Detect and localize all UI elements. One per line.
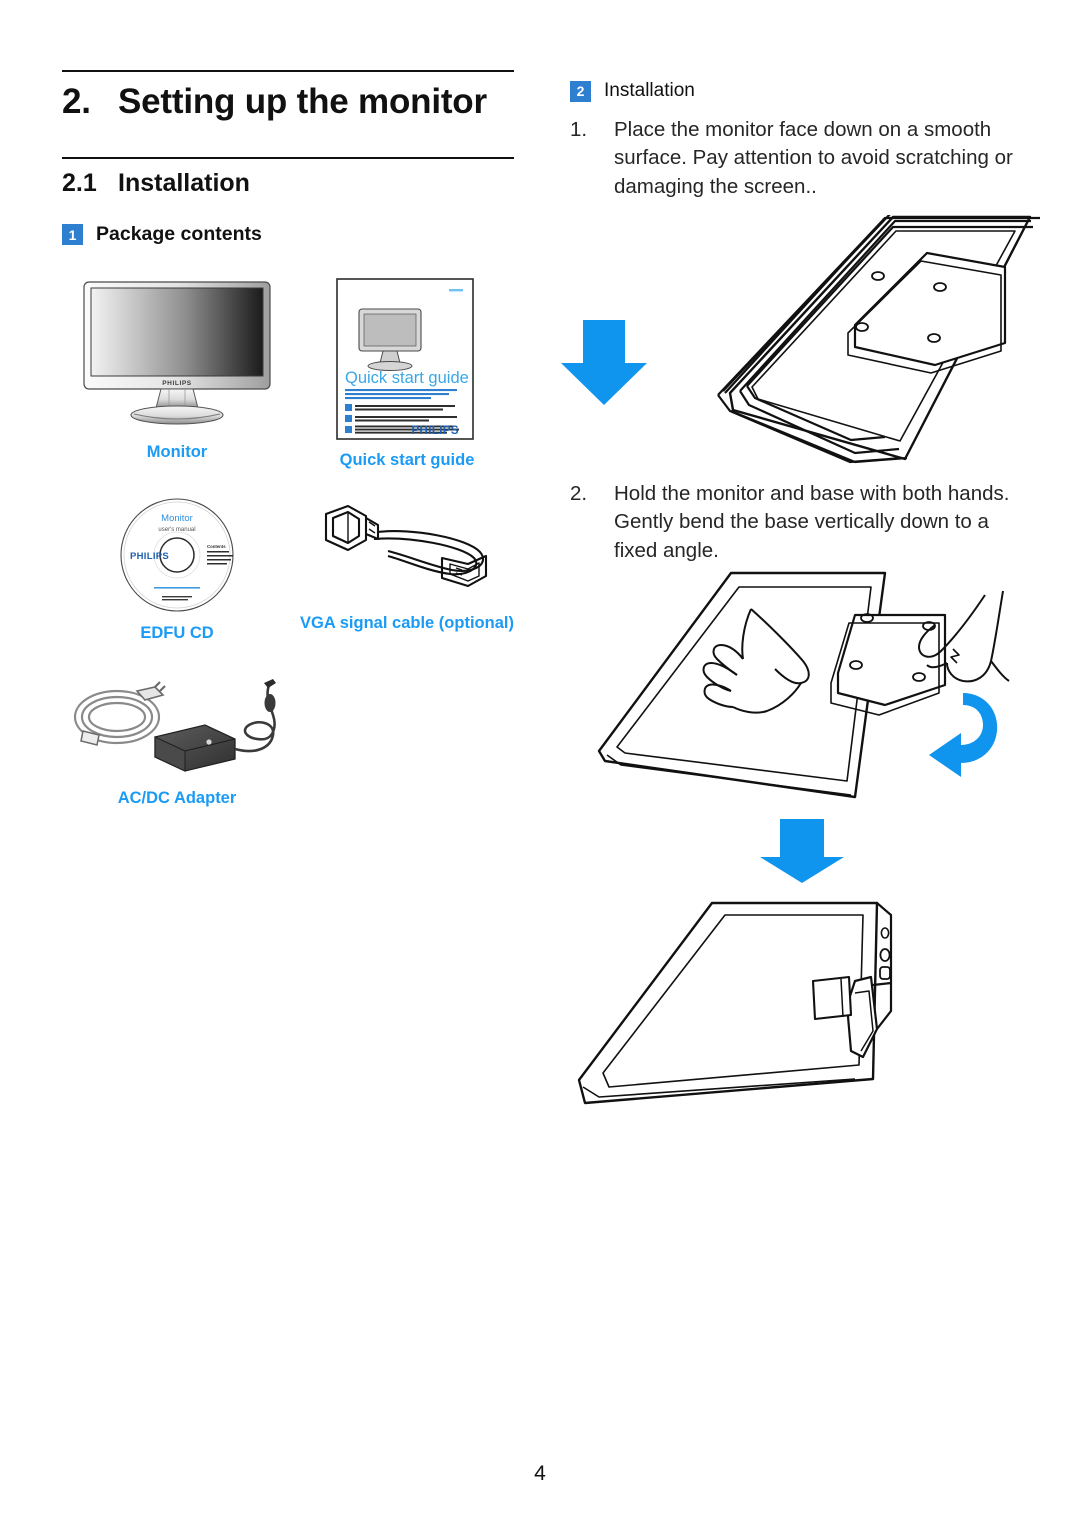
ac-dc-adapter-illustration <box>59 669 295 781</box>
svg-text:Monitor: Monitor <box>161 513 193 524</box>
page-number: 4 <box>534 1462 546 1485</box>
svg-text:PHILIPS: PHILIPS <box>162 380 192 387</box>
figure-monitor-face-down <box>555 211 1045 485</box>
cd-disc-illustration: Monitor user's manual PHILIPS Contents <box>114 494 240 616</box>
package-caption-quick-start-guide: Quick start guide <box>339 451 475 469</box>
package-caption-monitor: Monitor <box>146 443 208 461</box>
section-top-rule <box>62 157 514 159</box>
figure-hands-bending-base <box>555 565 1045 830</box>
subsection-title-installation: Installation <box>604 80 695 101</box>
package-item-ac-dc-adapter: AC/DC Adapter <box>62 669 292 808</box>
down-arrow-icon <box>561 320 647 405</box>
left-column: 2. Setting up the monitor 2.1 Installati… <box>62 70 514 246</box>
curved-arrow-icon <box>929 693 998 777</box>
svg-text:user's manual: user's manual <box>158 527 195 533</box>
package-row: PHILIPS Monitor Quick start guide PHILIP… <box>62 275 522 470</box>
chapter-title-text: Setting up the monitor <box>118 82 487 121</box>
package-item-edfu-cd: Monitor user's manual PHILIPS Contents E… <box>62 494 292 643</box>
subsection-heading-package-contents: 1 Package contents <box>62 223 514 246</box>
subsection-title-text: Package contents <box>96 223 262 245</box>
step-number-1: 1. <box>570 118 588 141</box>
package-cell-empty <box>292 669 522 808</box>
figure-base-folded <box>555 815 1045 1120</box>
subsection-heading-installation: 2 Installation <box>570 80 1030 102</box>
svg-text:PHILIPS: PHILIPS <box>411 425 459 437</box>
right-column: 2 Installation 1. Place the monitor face… <box>570 80 1030 201</box>
package-item-monitor: PHILIPS Monitor <box>62 275 292 470</box>
left-hand <box>702 608 810 714</box>
package-caption-ac-dc-adapter: AC/DC Adapter <box>117 789 237 807</box>
quick-start-guide-illustration: Quick start guide PHILIPS <box>331 275 483 443</box>
package-caption-vga-cable: VGA signal cable (optional) <box>300 614 514 632</box>
section-heading: 2.1 Installation <box>62 169 514 198</box>
package-caption-edfu-cd: EDFU CD <box>140 624 214 642</box>
monitor-front-illustration: PHILIPS <box>77 275 277 435</box>
right-column-step2: 2. Hold the monitor and base with both h… <box>570 480 1030 565</box>
package-row: AC/DC Adapter <box>62 669 522 808</box>
number-badge-2: 2 <box>570 80 591 102</box>
section-number: 2.1 <box>62 169 97 197</box>
instruction-step-1: 1. Place the monitor face down on a smoo… <box>570 116 1030 201</box>
document-page: 2. Setting up the monitor 2.1 Installati… <box>0 0 1080 1532</box>
step-text-2: Hold the monitor and base with both hand… <box>614 482 1010 562</box>
package-row: Monitor user's manual PHILIPS Contents E… <box>62 494 522 643</box>
instruction-step-2: 2. Hold the monitor and base with both h… <box>570 480 1030 565</box>
step-text-1: Place the monitor face down on a smooth … <box>614 118 1013 198</box>
svg-text:Contents: Contents <box>207 544 226 549</box>
chapter-top-rule <box>62 70 514 72</box>
page-title: 2. Setting up the monitor <box>62 82 514 122</box>
chapter-number: 2. <box>62 82 91 121</box>
svg-text:Quick start guide: Quick start guide <box>345 369 469 387</box>
vga-cable-illustration <box>302 494 512 606</box>
step-number-2: 2. <box>570 482 588 505</box>
package-item-quick-start-guide: Quick start guide PHILIPS Quick start gu… <box>292 275 522 470</box>
svg-text:PHILIPS: PHILIPS <box>130 551 169 562</box>
number-badge-1: 1 <box>62 224 83 245</box>
package-contents-grid: PHILIPS Monitor Quick start guide PHILIP… <box>62 275 522 808</box>
down-arrow-icon-2 <box>760 819 844 883</box>
section-title-text: Installation <box>118 169 250 197</box>
package-item-vga-cable: VGA signal cable (optional) <box>292 494 522 643</box>
